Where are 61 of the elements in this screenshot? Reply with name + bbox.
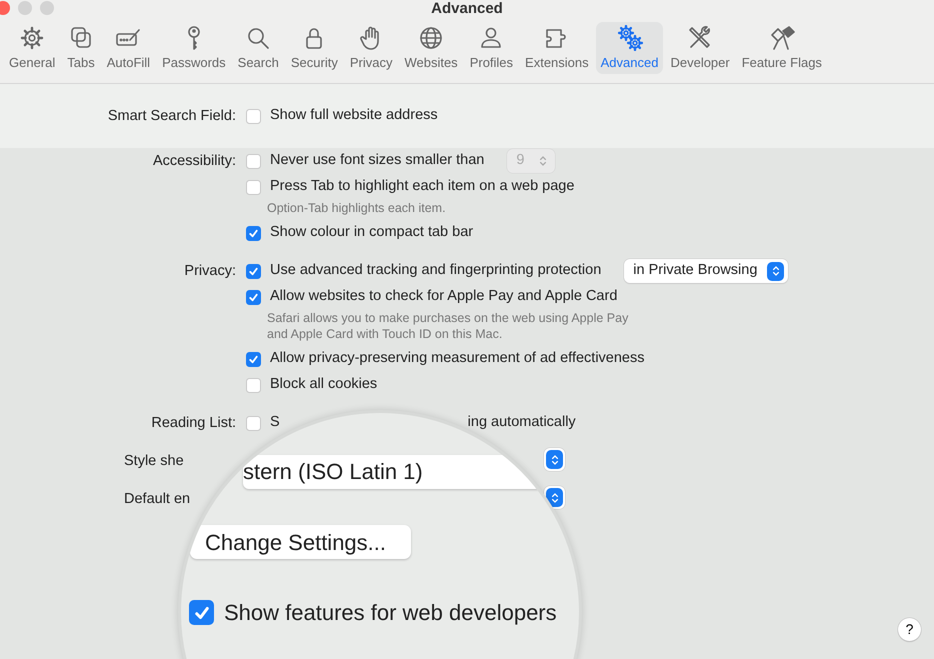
checkbox-label: Allow privacy-preserving measurement of ad effectiveness xyxy=(270,349,644,368)
globe-icon xyxy=(418,25,444,51)
popup-button[interactable] xyxy=(544,448,565,471)
checkbox[interactable] xyxy=(246,290,261,304)
setting-label: Smart Search Field: xyxy=(106,107,237,126)
checkbox-label: Allow websites to check for Apple Pay and Apple Card xyxy=(270,287,618,306)
toolbar-tab[interactable]: Profiles xyxy=(464,22,518,74)
hint-text: Safari allows you to make purchases on the web using Apple Pay and Apple Card with Touch ID on this Mac. xyxy=(266,310,630,342)
stepper-icon xyxy=(550,454,558,466)
checkbox[interactable] xyxy=(246,226,261,240)
checkbox-label: Show full website address xyxy=(270,106,438,126)
toolbar-tab[interactable]: General xyxy=(4,22,60,74)
gears-icon xyxy=(616,25,643,51)
toolbar-tab[interactable]: Feature Flags xyxy=(736,22,827,74)
checkbox-label: Show features for web developers xyxy=(224,599,557,627)
checkbox[interactable] xyxy=(246,378,261,392)
search-icon xyxy=(245,25,272,51)
toolbar-tab[interactable]: Privacy xyxy=(344,22,398,74)
toolbar-tab[interactable]: Advanced xyxy=(596,22,664,74)
checkbox-label: Press Tab to highlight each item on a web page xyxy=(270,177,574,196)
checkbox[interactable] xyxy=(246,264,261,278)
gear-icon xyxy=(19,25,46,51)
stepper-icon xyxy=(538,155,547,167)
help-button[interactable]: ? xyxy=(898,618,921,641)
popup-button[interactable]: in Private Browsing xyxy=(624,259,788,283)
toolbar-tab[interactable]: Search xyxy=(232,22,284,74)
checkbox-label: ing automatically xyxy=(468,413,576,432)
hint-text: Option-Tab highlights each item. xyxy=(266,200,447,216)
toolbar-tab[interactable]: Extensions xyxy=(520,22,594,74)
window-title: Advanced xyxy=(431,0,503,17)
checkbox[interactable] xyxy=(246,154,261,168)
setting-label: Accessibility: xyxy=(152,152,237,171)
checkbox-label: Never use font sizes smaller than xyxy=(270,151,484,170)
checkbox[interactable] xyxy=(246,352,261,366)
flags-icon xyxy=(768,25,795,51)
check-icon xyxy=(248,354,259,364)
check-icon xyxy=(248,228,259,238)
window-control[interactable] xyxy=(0,1,10,15)
checkbox[interactable] xyxy=(246,180,261,194)
change-settings-button[interactable]: Change Settings... xyxy=(190,525,411,559)
checkbox-label: Show colour in compact tab bar xyxy=(270,223,474,242)
toolbar-tab[interactable]: Websites xyxy=(399,22,463,74)
checkbox[interactable] xyxy=(246,108,261,124)
checkbox-label: S xyxy=(270,413,280,432)
setting-label: Reading List: xyxy=(150,414,237,433)
toolbar-tab[interactable]: Developer xyxy=(665,22,735,74)
check-icon xyxy=(248,266,259,276)
setting-label: Privacy: xyxy=(183,262,237,281)
checkbox[interactable] xyxy=(246,416,261,430)
toolbar-tab[interactable]: AutoFill xyxy=(102,22,156,74)
checkbox-label: Block all cookies xyxy=(270,375,378,394)
toolbar-tab[interactable]: Passwords xyxy=(157,22,231,74)
stepper-icon xyxy=(772,265,780,277)
toolbar-tab[interactable]: Tabs xyxy=(62,22,100,74)
setting-label: Style she xyxy=(123,452,185,471)
setting-label: Default en xyxy=(123,490,192,509)
stepper-icon xyxy=(550,492,558,504)
check-icon xyxy=(248,292,259,302)
checkbox-label: Use advanced tracking and fingerprinting protection xyxy=(270,261,602,280)
toolbar-tab[interactable]: Security xyxy=(286,22,343,74)
checkbox[interactable] xyxy=(189,600,214,625)
